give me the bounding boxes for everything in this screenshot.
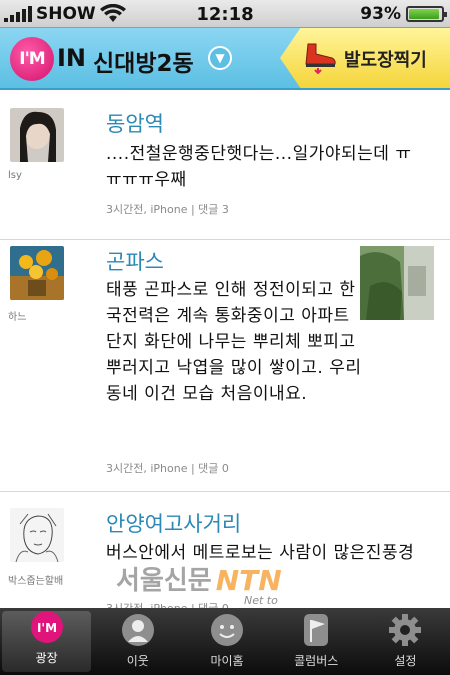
tab-plaza[interactable]: I'M 광장 — [2, 609, 92, 672]
feed-list[interactable]: lsy 동암역 ....전철운행중단햇다는...일가야되는데 ㅠㅠㅠㅠ우째 3시… — [0, 90, 450, 608]
checkin-label: 발도장찍기 — [344, 50, 427, 71]
list-item[interactable]: 박스줍는할배 안양여고사거리 버스안에서 메트로보는 사람이 많은진풍경 3시간… — [0, 492, 450, 608]
logo-suffix: IN — [57, 44, 87, 72]
gear-icon — [387, 612, 423, 648]
face-icon — [209, 612, 245, 648]
im-logo-icon: I'M — [29, 609, 65, 645]
author-name: 하느 — [8, 312, 27, 323]
tab-label: 이웃 — [126, 654, 149, 668]
post-title[interactable]: 곤파스 — [106, 246, 164, 276]
tab-label: 마이홈 — [210, 654, 244, 668]
post-photo[interactable] — [360, 246, 434, 320]
post-meta: 3시간전, iPhone | 댓글 3 — [106, 203, 229, 216]
post-title[interactable]: 동암역 — [106, 108, 164, 138]
tab-settings[interactable]: 설정 — [361, 608, 450, 675]
list-item[interactable]: lsy 동암역 ....전철운행중단햇다는...일가야되는데 ㅠㅠㅠㅠ우째 3시… — [0, 90, 450, 240]
tab-myhome[interactable]: 마이홈 — [182, 608, 271, 675]
person-icon — [120, 612, 156, 648]
avatar[interactable] — [10, 108, 64, 162]
post-body: 버스안에서 메트로보는 사람이 많은진풍경 — [106, 543, 415, 563]
avatar[interactable] — [10, 246, 64, 300]
shoe-icon — [305, 43, 336, 74]
location-dropdown-icon[interactable]: ▼ — [208, 46, 232, 70]
author-name: 박스줍는할배 — [8, 576, 64, 587]
battery-percent: 93% — [360, 4, 401, 24]
status-bar: SHOW 12:18 93% — [0, 0, 450, 28]
app-header: I'M IN 신대방2동 ▼ 발도장찍기 — [0, 28, 450, 90]
list-item[interactable]: 하느 곤파스 태풍 곤파스로 인해 정전이되고 한국전력은 계속 통화중이고 아… — [0, 240, 450, 492]
flag-icon — [298, 612, 334, 648]
location-name[interactable]: 신대방2동 — [93, 44, 194, 78]
tab-label: 광장 — [35, 651, 58, 665]
im-logo: I'M — [10, 37, 54, 81]
tab-neighbors[interactable]: 이웃 — [93, 608, 182, 675]
author-name: lsy — [8, 170, 22, 181]
tab-columbus[interactable]: 콜럼버스 — [272, 608, 361, 675]
post-meta: 3시간전, iPhone | 댓글 0 — [106, 462, 229, 475]
svg-text:I'M: I'M — [37, 621, 57, 635]
post-body: ....전철운행중단햇다는...일가야되는데 ㅠㅠㅠㅠ우째 — [106, 144, 412, 190]
checkin-button[interactable]: 발도장찍기 — [280, 28, 450, 88]
post-title[interactable]: 안양여고사거리 — [106, 508, 241, 538]
post-body: 태풍 곤파스로 인해 정전이되고 한국전력은 계속 통화중이고 아파트 단지 화… — [106, 280, 362, 404]
battery-icon — [406, 6, 447, 22]
tab-label: 콜럼버스 — [294, 654, 339, 668]
tab-bar: I'M 광장 이웃 마이홈 콜럼버스 설정 — [0, 608, 450, 675]
status-right: 93% — [360, 4, 447, 24]
tab-label: 설정 — [394, 654, 417, 668]
post-meta: 3시간전, iPhone | 댓글 0 — [106, 600, 229, 608]
avatar[interactable] — [10, 508, 64, 562]
